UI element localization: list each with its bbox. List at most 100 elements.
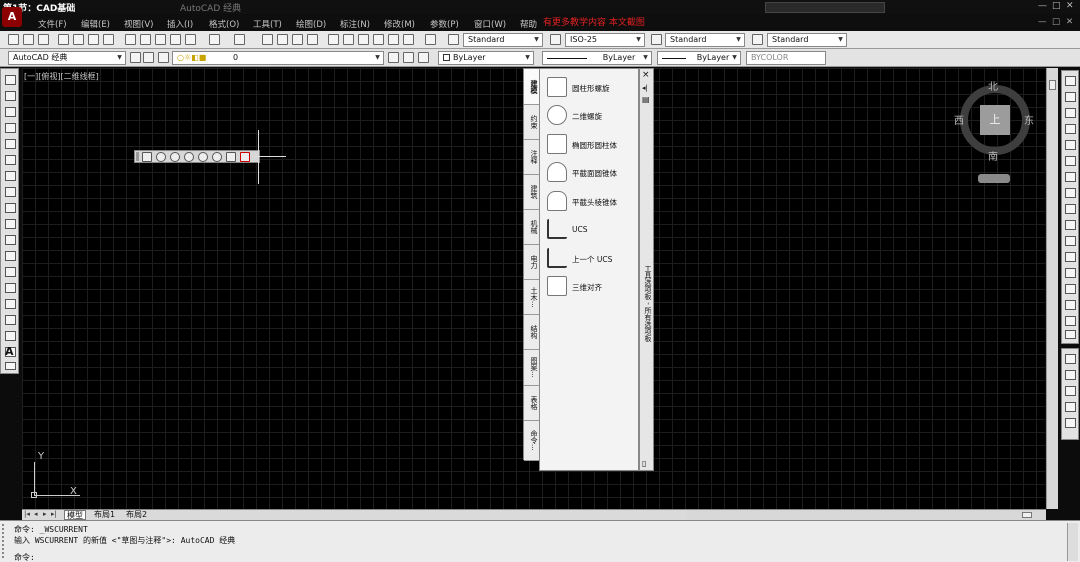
ellipse-arc-icon[interactable] <box>5 235 16 245</box>
mleader-style-dropdown[interactable]: Standard ▼ <box>767 33 847 47</box>
3d-print-icon[interactable] <box>103 34 114 45</box>
palette-resize-icon[interactable]: ▯ <box>642 459 646 469</box>
break-at-point-icon[interactable] <box>1065 252 1076 262</box>
viewcube-south[interactable]: 南 <box>988 148 998 163</box>
workspace-settings-icon[interactable] <box>130 52 141 63</box>
polyline-icon[interactable] <box>5 107 16 117</box>
design-center-icon[interactable] <box>343 34 354 45</box>
palette-autohide-icon[interactable]: ◂| <box>642 83 648 93</box>
redo-icon[interactable] <box>234 34 245 45</box>
ucs-menu-button[interactable] <box>978 174 1010 183</box>
open-icon[interactable] <box>23 34 34 45</box>
swivel-icon[interactable] <box>212 152 222 162</box>
search-box[interactable] <box>765 2 885 13</box>
send-under-icon[interactable] <box>1065 402 1076 412</box>
plot-preview-icon[interactable] <box>73 34 84 45</box>
join-icon[interactable] <box>1065 284 1076 294</box>
circle-icon[interactable] <box>5 171 16 181</box>
first-layout-icon[interactable]: |◂ <box>24 510 30 518</box>
new-icon[interactable] <box>8 34 19 45</box>
zoom-window-icon[interactable] <box>292 34 303 45</box>
doc-close-button[interactable]: ✕ <box>1066 17 1073 27</box>
markup-icon[interactable] <box>388 34 399 45</box>
viewcube-top-face[interactable]: 上 <box>980 105 1010 135</box>
bring-to-front-icon[interactable] <box>1065 354 1076 364</box>
palette-item-frustum-pyramid[interactable]: 平截头棱锥体 <box>544 189 639 213</box>
tab-layout1[interactable]: 布局1 <box>94 510 115 520</box>
horizontal-scrollbar[interactable] <box>687 509 1046 520</box>
continuous-orbit-icon[interactable] <box>184 152 194 162</box>
doc-restore-button[interactable]: □ <box>1052 17 1060 27</box>
command-scrollbar[interactable] <box>1067 523 1078 561</box>
menu-help[interactable]: 帮助 <box>520 18 537 30</box>
copy-icon[interactable] <box>140 34 151 45</box>
pan-icon[interactable] <box>262 34 273 45</box>
workspace-toggle-icon[interactable] <box>143 52 154 63</box>
color-dropdown[interactable]: ByLayer ▼ <box>438 51 534 65</box>
arc-icon[interactable] <box>5 155 16 165</box>
menu-modify[interactable]: 修改(M) <box>384 18 415 30</box>
zoom-previous-icon[interactable] <box>307 34 318 45</box>
palette-close-icon[interactable]: × <box>642 70 650 80</box>
dim-style-icon[interactable] <box>550 34 561 45</box>
adjust-distance-icon[interactable] <box>198 152 208 162</box>
doc-minimize-button[interactable]: — <box>1038 17 1047 27</box>
menu-view[interactable]: 视图(V) <box>124 18 153 30</box>
erase-icon[interactable] <box>1065 76 1076 86</box>
viewcube-north[interactable]: 北 <box>988 78 998 93</box>
publish-icon[interactable] <box>88 34 99 45</box>
mleader-style-icon[interactable] <box>752 34 763 45</box>
horizontal-scroll-thumb[interactable] <box>1022 512 1032 518</box>
viewcube-east[interactable]: 东 <box>1024 112 1034 127</box>
rectangle-icon[interactable] <box>5 139 16 149</box>
layer-properties-icon[interactable] <box>158 52 169 63</box>
menu-parametric[interactable]: 参数(P) <box>430 18 459 30</box>
layer-previous-icon[interactable] <box>403 52 414 63</box>
palette-item-ucs-previous[interactable]: 上一个 UCS <box>544 246 639 270</box>
free-orbit-icon[interactable] <box>170 152 180 162</box>
tab-model[interactable]: 模型 <box>64 510 86 520</box>
insert-block-icon[interactable] <box>5 251 16 261</box>
menu-format[interactable]: 格式(O) <box>209 18 239 30</box>
text-to-front-icon[interactable] <box>1065 418 1076 428</box>
palette-item-elliptical-cylinder[interactable]: 椭圆形圆柱体 <box>544 132 639 156</box>
tab-layout2[interactable]: 布局2 <box>126 510 147 520</box>
plotstyle-dropdown[interactable]: BYCOLOR <box>746 51 826 65</box>
menu-window[interactable]: 窗口(W) <box>474 18 506 30</box>
chamfer-icon[interactable] <box>1065 300 1076 310</box>
palette-item-ucs[interactable]: UCS <box>544 217 639 241</box>
break-icon[interactable] <box>1065 268 1076 278</box>
scale-icon[interactable] <box>1065 188 1076 198</box>
paste-icon[interactable] <box>155 34 166 45</box>
cut-icon[interactable] <box>125 34 136 45</box>
mirror-icon[interactable] <box>1065 108 1076 118</box>
menu-file[interactable]: 文件(F) <box>38 18 67 30</box>
quickcalc-icon[interactable] <box>403 34 414 45</box>
line-icon[interactable] <box>5 75 16 85</box>
viewport-controls-label[interactable]: [一][俯视][二维线框] <box>24 71 99 82</box>
rotate-icon[interactable] <box>1065 172 1076 182</box>
gradient-icon[interactable] <box>5 315 16 325</box>
add-selected-icon[interactable] <box>5 362 16 370</box>
make-block-icon[interactable] <box>5 267 16 277</box>
offset-icon[interactable] <box>1065 124 1076 134</box>
revision-cloud-icon[interactable] <box>5 187 16 197</box>
menu-dimension[interactable]: 标注(N) <box>340 18 370 30</box>
polygon-icon[interactable] <box>5 123 16 133</box>
menu-draw[interactable]: 绘图(D) <box>296 18 326 30</box>
block-editor-icon[interactable] <box>185 34 196 45</box>
stretch-icon[interactable] <box>1065 204 1076 214</box>
view-cube-icon[interactable] <box>226 152 236 162</box>
undo-icon[interactable] <box>209 34 220 45</box>
explode-icon[interactable] <box>1065 330 1076 339</box>
palette-properties-icon[interactable]: ▤ <box>642 95 650 105</box>
palette-item-2d-spiral[interactable]: 二维螺旋 <box>544 103 639 127</box>
palette-item-cylindrical-helix[interactable]: 圆柱形螺旋 <box>544 75 639 99</box>
menu-edit[interactable]: 编辑(E) <box>81 18 110 30</box>
array-icon[interactable] <box>1065 140 1076 150</box>
copy-object-icon[interactable] <box>1065 92 1076 102</box>
sheet-set-icon[interactable] <box>373 34 384 45</box>
bring-above-icon[interactable] <box>1065 386 1076 396</box>
lineweight-dropdown[interactable]: ByLayer ▼ <box>657 51 741 65</box>
workspace-dropdown[interactable]: AutoCAD 经典 ▼ <box>8 51 126 65</box>
